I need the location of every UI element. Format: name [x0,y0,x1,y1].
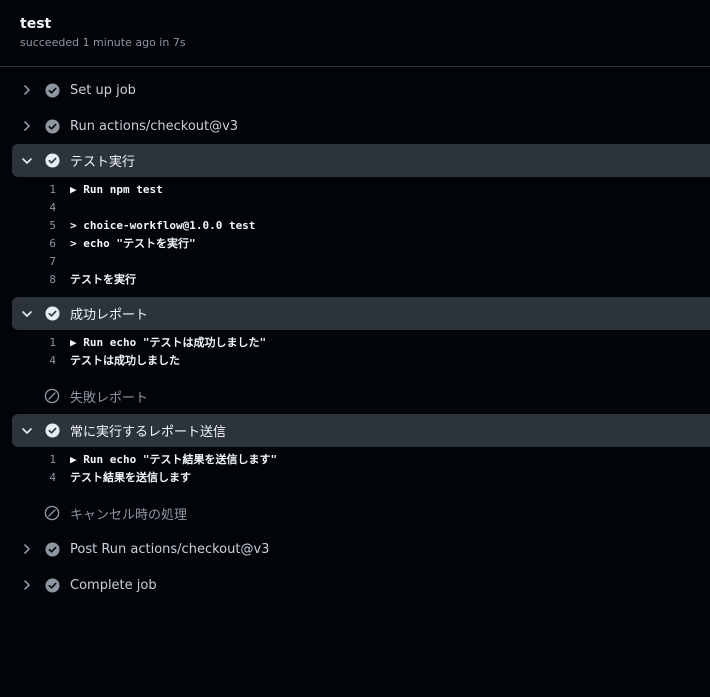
chevron-down-icon[interactable] [21,425,33,437]
line-number[interactable]: 7 [20,253,56,271]
log-text: テストを実行 [70,273,136,286]
step-row[interactable]: Post Run actions/checkout@v3 [12,531,710,567]
check-circle-icon [44,423,60,439]
check-circle-icon [44,118,60,134]
line-number[interactable]: 1 [20,181,56,199]
step-log: 1 ▶ Run echo "テスト結果を送信します" 4 テスト結果を送信します [0,447,710,495]
step-row[interactable]: Run actions/checkout@v3 [12,108,710,144]
log-text: テスト結果を送信します [70,471,191,484]
step-label: Complete job [70,577,157,593]
check-circle-icon [44,153,60,169]
log-line: 1 ▶ Run npm test [0,181,710,199]
chevron-down-icon[interactable] [21,155,33,167]
step-row[interactable]: 成功レポート [12,297,710,330]
step-label: 常に実行するレポート送信 [70,425,227,440]
job-status: succeeded 1 minute ago in 7s [20,36,186,49]
check-circle-icon [44,541,60,557]
line-number[interactable]: 4 [20,199,56,217]
job-title: test [20,16,52,32]
line-number[interactable]: 1 [20,451,56,469]
chevron-right-icon[interactable] [21,84,33,96]
step-row[interactable]: キャンセル時の処理 [12,495,710,531]
line-number[interactable]: 8 [20,271,56,289]
log-text: ▶ Run npm test [70,183,163,196]
log-line: 6 > echo "テストを実行" [0,235,710,253]
check-circle-icon [44,577,60,593]
log-line: 4 テストは成功しました [0,352,710,370]
log-text: ▶ Run echo "テスト結果を送信します" [70,453,278,466]
step-row[interactable]: 常に実行するレポート送信 [12,414,710,447]
skipped-icon [44,505,60,521]
chevron-right-icon[interactable] [21,543,33,555]
step-row[interactable]: Set up job [12,72,710,108]
step-label: テスト実行 [70,155,136,170]
log-text: > echo "テストを実行" [70,237,196,250]
step-row[interactable]: 失敗レポート [12,378,710,414]
log-line: 5 > choice-workflow@1.0.0 test [0,217,710,235]
line-number[interactable]: 6 [20,235,56,253]
chevron-right-icon[interactable] [21,120,33,132]
step-label: キャンセル時の処理 [70,507,188,523]
step-label: Run actions/checkout@v3 [70,118,239,134]
line-number[interactable]: 4 [20,352,56,370]
log-text: ▶ Run echo "テストは成功しました" [70,336,267,349]
line-number[interactable]: 4 [20,469,56,487]
log-line: 7 [0,253,710,271]
log-line: 4 テスト結果を送信します [0,469,710,487]
chevron-right-icon[interactable] [21,579,33,591]
step-label: Post Run actions/checkout@v3 [70,541,270,557]
skipped-icon [44,388,60,404]
step-label: 失敗レポート [70,390,149,406]
step-row[interactable]: テスト実行 [12,144,710,177]
log-line: 1 ▶ Run echo "テスト結果を送信します" [0,451,710,469]
step-row[interactable]: Complete job [12,567,710,603]
log-text: テストは成功しました [70,354,180,367]
job-header: test succeeded 1 minute ago in 7s [0,0,710,67]
log-line: 8 テストを実行 [0,271,710,289]
check-circle-icon [44,82,60,98]
step-label: Set up job [70,82,136,98]
step-label: 成功レポート [70,308,149,323]
step-log: 1 ▶ Run npm test 4 5 > choice-workflow@1.0.0… [0,177,710,297]
log-line: 4 [0,199,710,217]
line-number[interactable]: 1 [20,334,56,352]
check-circle-icon [44,306,60,322]
log-text: > choice-workflow@1.0.0 test [70,219,256,232]
line-number[interactable]: 5 [20,217,56,235]
chevron-down-icon[interactable] [21,308,33,320]
steps-list: Set up job Run actions/checkout@v3 テスト実行 1 ▶… [0,67,710,603]
step-log: 1 ▶ Run echo "テストは成功しました" 4 テストは成功しました [0,330,710,378]
log-line: 1 ▶ Run echo "テストは成功しました" [0,334,710,352]
